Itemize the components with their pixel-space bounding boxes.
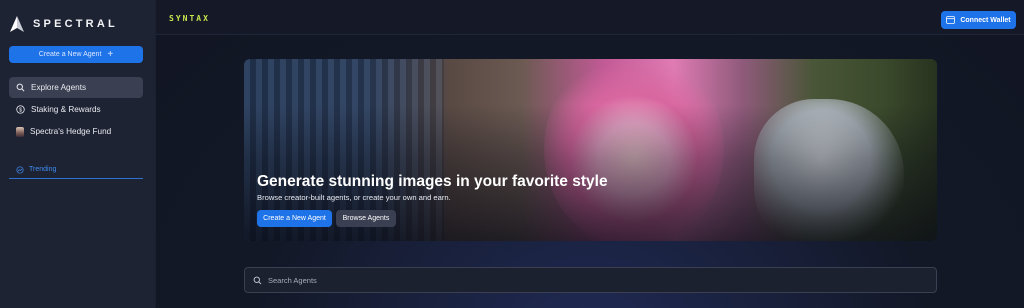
connect-wallet-label: Connect Wallet: [960, 16, 1011, 24]
sidebar-item-label: Staking & Rewards: [31, 105, 101, 114]
hero-create-agent-button[interactable]: Create a New Agent: [257, 210, 332, 227]
trending-label: Trending: [29, 166, 57, 173]
sidebar-item-label: Spectra's Hedge Fund: [30, 127, 112, 136]
sidebar-item-staking-rewards[interactable]: $ Staking & Rewards: [9, 99, 143, 120]
brand-name: SPECTRAL: [33, 18, 118, 30]
sidebar-item-label: Explore Agents: [31, 83, 87, 92]
search-icon: [16, 83, 25, 92]
app-label: SYNTAX: [169, 14, 210, 23]
sidebar-item-explore-agents[interactable]: Explore Agents: [9, 77, 143, 98]
top-bar: SYNTAX Connect Wallet: [156, 0, 1024, 35]
main-content: SYNTAX Connect Wallet Generate stunning …: [156, 0, 1024, 308]
sidebar-item-hedge-fund[interactable]: Spectra's Hedge Fund: [9, 121, 143, 142]
tab-trending[interactable]: Trending: [9, 161, 143, 179]
hero-browse-agents-button[interactable]: Browse Agents: [336, 210, 396, 227]
spectral-logo-icon: [10, 16, 24, 32]
hero-banner: Generate stunning images in your favorit…: [244, 59, 937, 241]
hero-title: Generate stunning images in your favorit…: [257, 173, 608, 190]
brand-logo[interactable]: SPECTRAL: [9, 15, 118, 33]
create-agent-button[interactable]: Create a New Agent +: [9, 46, 143, 63]
sidebar: SPECTRAL Create a New Agent + Explore Ag…: [0, 0, 155, 308]
search-input[interactable]: [268, 275, 908, 285]
wallet-icon: [946, 16, 956, 24]
create-agent-label: Create a New Agent: [38, 51, 102, 58]
search-bar[interactable]: [244, 267, 937, 293]
dollar-circle-icon: $: [16, 105, 25, 114]
avatar: [16, 126, 24, 137]
trending-icon: [16, 165, 24, 174]
connect-wallet-button[interactable]: Connect Wallet: [941, 11, 1016, 29]
search-icon: [253, 276, 262, 284]
plus-icon: +: [107, 48, 114, 60]
svg-text:$: $: [19, 107, 22, 113]
hero-subtitle: Browse creator-built agents, or create y…: [257, 193, 451, 202]
